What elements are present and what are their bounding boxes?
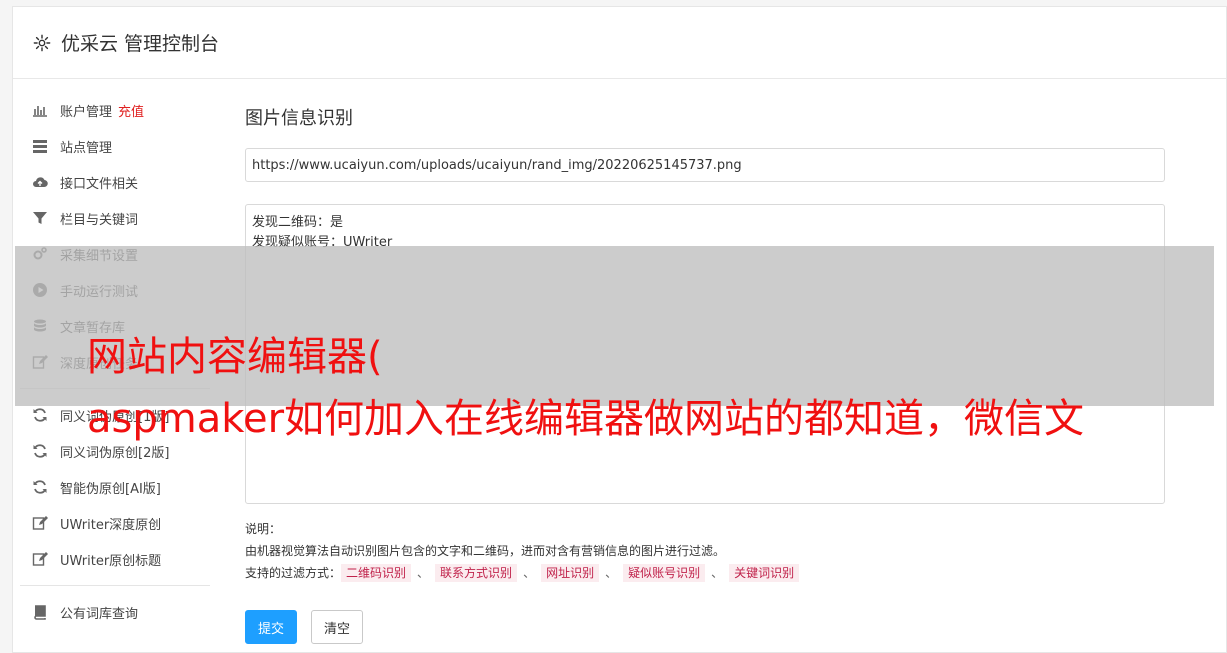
- filter-tag: 联系方式识别: [435, 564, 518, 582]
- sidebar-item[interactable]: 站点管理: [20, 128, 210, 164]
- filter-tag: 关键词识别: [729, 564, 800, 582]
- submit-button[interactable]: 提交: [245, 610, 298, 644]
- sidebar-item-label: UWriter原创标题: [60, 553, 162, 569]
- edit-icon: [32, 515, 48, 531]
- filter-methods: 支持的过滤方式： 二维码识别 、 联系方式识别 、 网址识别 、 疑似账号识别 …: [245, 562, 1165, 584]
- sidebar-item[interactable]: 栏目与关键词: [20, 200, 210, 236]
- sidebar-item[interactable]: UWriter原创标题: [20, 541, 210, 577]
- sidebar-item[interactable]: 智能伪原创[AI版]: [20, 469, 210, 505]
- description: 说明： 由机器视觉算法自动识别图片包含的文字和二维码，进而对含有营销信息的图片进…: [245, 518, 1165, 584]
- section-title: 图片信息识别: [245, 108, 353, 129]
- watermark-text: 网站内容编辑器( aspmaker如何加入在线编辑器做网站的都知道，微信文: [87, 334, 1085, 442]
- filter-label: 支持的过滤方式：: [245, 566, 342, 580]
- filter-separator: 、: [605, 566, 618, 580]
- sidebar-item-label: 智能伪原创[AI版]: [60, 481, 161, 497]
- result-line: 发现二维码：是: [252, 215, 344, 230]
- refresh-icon: [32, 479, 48, 495]
- filter-separator: 、: [417, 566, 430, 580]
- edit-icon: [32, 551, 48, 567]
- clear-button[interactable]: 清空: [311, 610, 364, 644]
- recharge-link[interactable]: 充值: [118, 101, 144, 120]
- refresh-icon: [32, 407, 48, 423]
- filter-tag: 二维码识别: [341, 564, 412, 582]
- top-bar: 优采云 管理控制台: [13, 7, 1226, 79]
- filter-icon: [32, 210, 48, 226]
- sidebar-divider: [20, 585, 210, 586]
- sidebar-item-label: 接口文件相关: [60, 176, 139, 192]
- sidebar-item-label: 公有词库查询: [60, 606, 139, 622]
- sidebar-item-label: 站点管理: [60, 140, 113, 156]
- gear-icon: [33, 34, 51, 51]
- action-buttons: 提交 清空: [245, 610, 1165, 644]
- server-icon: [32, 138, 48, 154]
- filter-separator: 、: [523, 566, 536, 580]
- bar-chart-icon: [32, 102, 48, 118]
- description-text: 由机器视觉算法自动识别图片包含的文字和二维码，进而对含有营销信息的图片进行过滤。: [245, 544, 726, 558]
- cloud-upload-icon: [32, 174, 48, 190]
- description-title: 说明：: [245, 522, 282, 536]
- sidebar-item[interactable]: 接口文件相关: [20, 164, 210, 200]
- filter-separator: 、: [711, 566, 724, 580]
- refresh-icon: [32, 443, 48, 459]
- sidebar-item[interactable]: 账户管理 充值: [20, 92, 210, 128]
- sidebar-item-label: 账户管理: [60, 104, 113, 120]
- book-icon: [32, 604, 48, 620]
- sidebar-item-label: 栏目与关键词: [60, 212, 139, 228]
- page-title: 优采云 管理控制台: [61, 33, 220, 55]
- sidebar-item[interactable]: 公有词库查询: [20, 594, 210, 630]
- filter-tag: 疑似账号识别: [623, 564, 706, 582]
- image-url-input[interactable]: [245, 148, 1165, 182]
- filter-tag: 网址识别: [541, 564, 600, 582]
- sidebar-item[interactable]: UWriter深度原创: [20, 505, 210, 541]
- sidebar-item-label: UWriter深度原创: [60, 517, 162, 533]
